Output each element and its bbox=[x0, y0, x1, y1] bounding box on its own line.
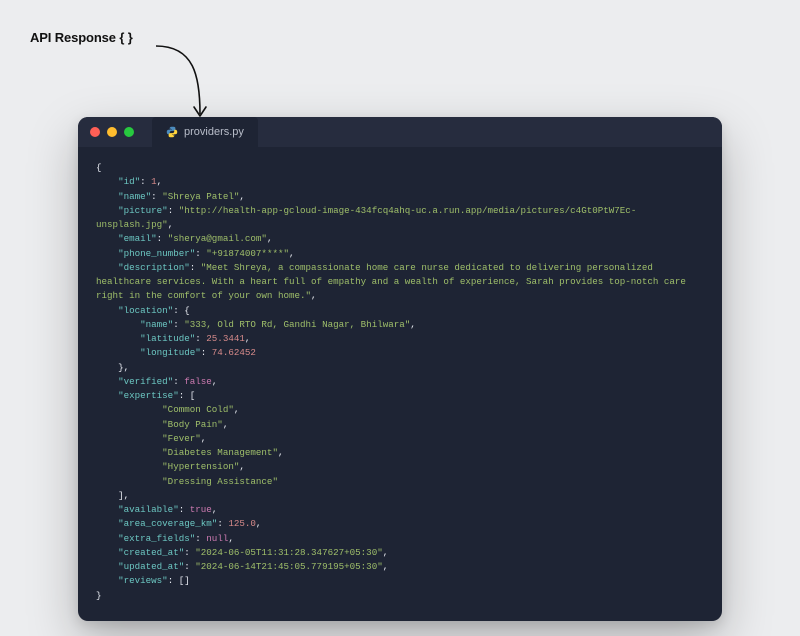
tab-label: providers.py bbox=[184, 126, 244, 138]
window-titlebar: providers.py bbox=[78, 117, 722, 147]
api-response-label: API Response { } bbox=[30, 30, 133, 45]
code-content: { "id": 1, "name": "Shreya Patel", "pict… bbox=[78, 147, 722, 621]
traffic-lights bbox=[90, 127, 134, 137]
maximize-icon[interactable] bbox=[124, 127, 134, 137]
code-window: providers.py { "id": 1, "name": "Shreya … bbox=[78, 117, 722, 621]
python-file-icon bbox=[166, 126, 178, 138]
tab-providers[interactable]: providers.py bbox=[152, 117, 258, 147]
minimize-icon[interactable] bbox=[107, 127, 117, 137]
brace-close: } bbox=[96, 590, 102, 601]
brace-open: { bbox=[96, 162, 102, 173]
close-icon[interactable] bbox=[90, 127, 100, 137]
